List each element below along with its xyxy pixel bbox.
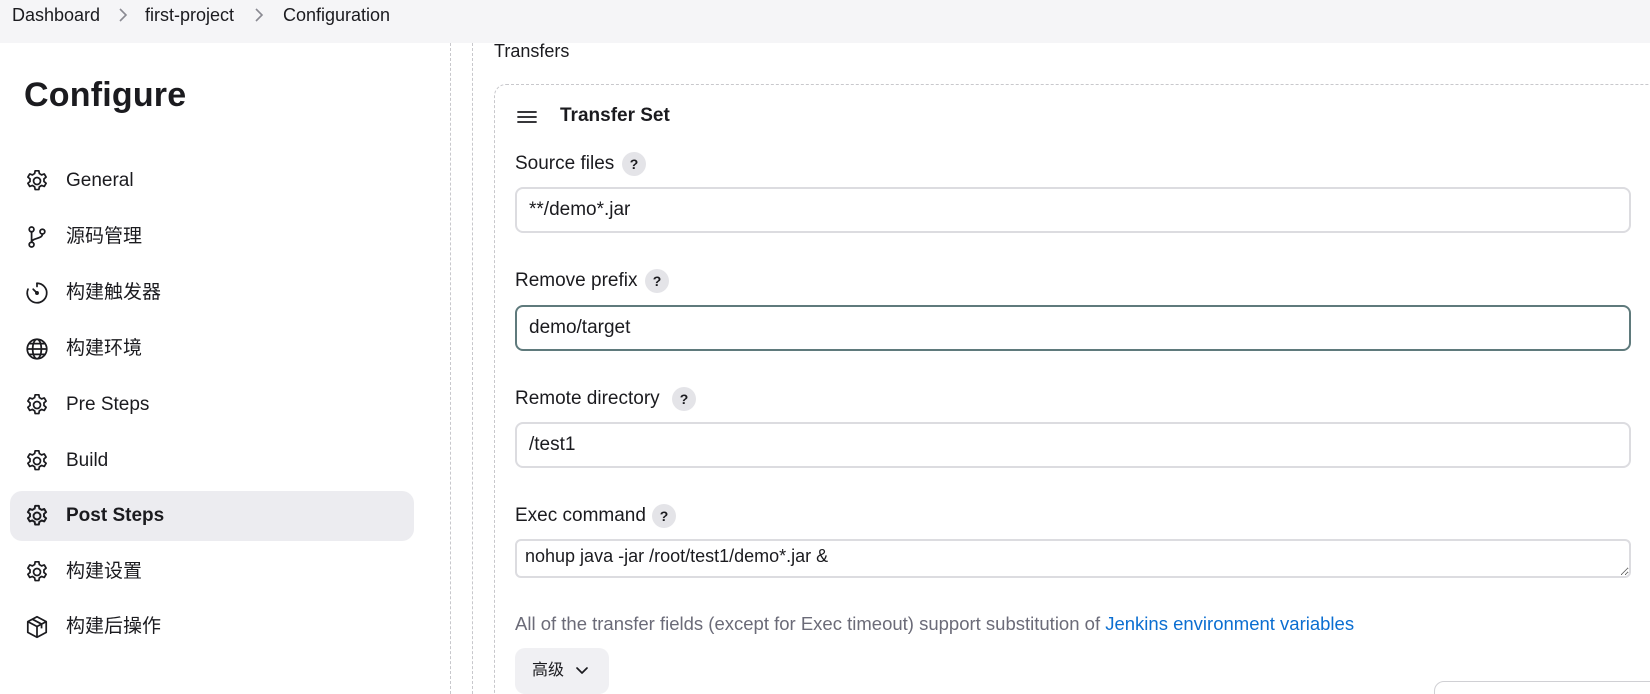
chevron-right-icon [252,7,266,23]
section-guide-line [472,43,473,694]
chevron-down-icon [575,665,589,677]
source-files-label: Source files [515,153,615,174]
sidebar-item-build-environment[interactable]: 构建环境 [10,324,414,374]
remote-directory-help-button[interactable]: ? [672,387,696,411]
jenkins-env-vars-link[interactable]: Jenkins environment variables [1105,613,1354,634]
gear-icon [24,559,50,585]
branch-icon [24,224,50,250]
sidebar-item-build-settings[interactable]: 构建设置 [10,547,414,597]
advanced-button-label: 高级 [532,662,565,679]
exec-command-help-button[interactable]: ? [652,504,676,528]
breadcrumb-bar: Dashboard first-project Configuration [0,0,1650,43]
transfer-set-panel [494,84,1650,694]
remote-directory-label: Remote directory [515,388,660,409]
transfer-set-title: Transfer Set [560,105,670,126]
sidebar-item-build-triggers[interactable]: 构建触发器 [10,268,414,318]
sidebar-item-scm[interactable]: 源码管理 [10,212,414,262]
sidebar-item-label: 源码管理 [66,226,143,247]
source-files-input[interactable] [515,187,1631,233]
remove-prefix-label: Remove prefix [515,270,638,291]
remove-prefix-input[interactable] [515,305,1631,351]
sidebar-item-label: 构建设置 [66,561,143,582]
env-vars-note-text: All of the transfer fields (except for E… [515,613,1106,634]
section-guide-line [450,43,451,694]
transfers-label: Transfers [494,41,570,61]
sidebar-item-label: Post Steps [66,505,165,526]
gear-icon [24,503,50,529]
exec-command-textarea[interactable]: nohup java -jar /root/test1/demo*.jar & [515,539,1631,578]
drag-handle-icon[interactable] [516,106,538,128]
gear-icon [24,168,50,194]
package-icon [24,614,50,640]
sidebar-item-label: Build [66,450,109,471]
sidebar-item-label: General [66,170,134,191]
advanced-button[interactable]: 高级 [515,648,609,694]
sidebar-item-label: 构建环境 [66,338,143,359]
bottom-action-bar [1434,681,1650,694]
page-title: Configure [24,76,187,114]
sidebar-item-label: Pre Steps [66,394,150,415]
remove-prefix-help-button[interactable]: ? [645,269,669,293]
gear-icon [24,448,50,474]
exec-command-label: Exec command [515,505,646,526]
sidebar-item-post-build-actions[interactable]: 构建后操作 [10,602,414,652]
source-files-help-button[interactable]: ? [622,152,646,176]
breadcrumb-dashboard[interactable]: Dashboard [12,5,100,25]
timer-icon [24,280,50,306]
sidebar-item-build[interactable]: Build [10,436,414,486]
remote-directory-input[interactable] [515,422,1631,468]
chevron-right-icon [116,7,130,23]
sidebar-item-pre-steps[interactable]: Pre Steps [10,380,414,430]
sidebar-item-label: 构建后操作 [66,616,162,637]
breadcrumb-first-project[interactable]: first-project [145,5,234,25]
env-vars-note: All of the transfer fields (except for E… [515,613,1354,635]
sidebar-item-label: 构建触发器 [66,282,162,303]
globe-icon [24,336,50,362]
sidebar-item-general[interactable]: General [10,156,414,206]
gear-icon [24,392,50,418]
sidebar-item-post-steps[interactable]: Post Steps [10,491,414,541]
breadcrumb-configuration[interactable]: Configuration [283,5,390,25]
